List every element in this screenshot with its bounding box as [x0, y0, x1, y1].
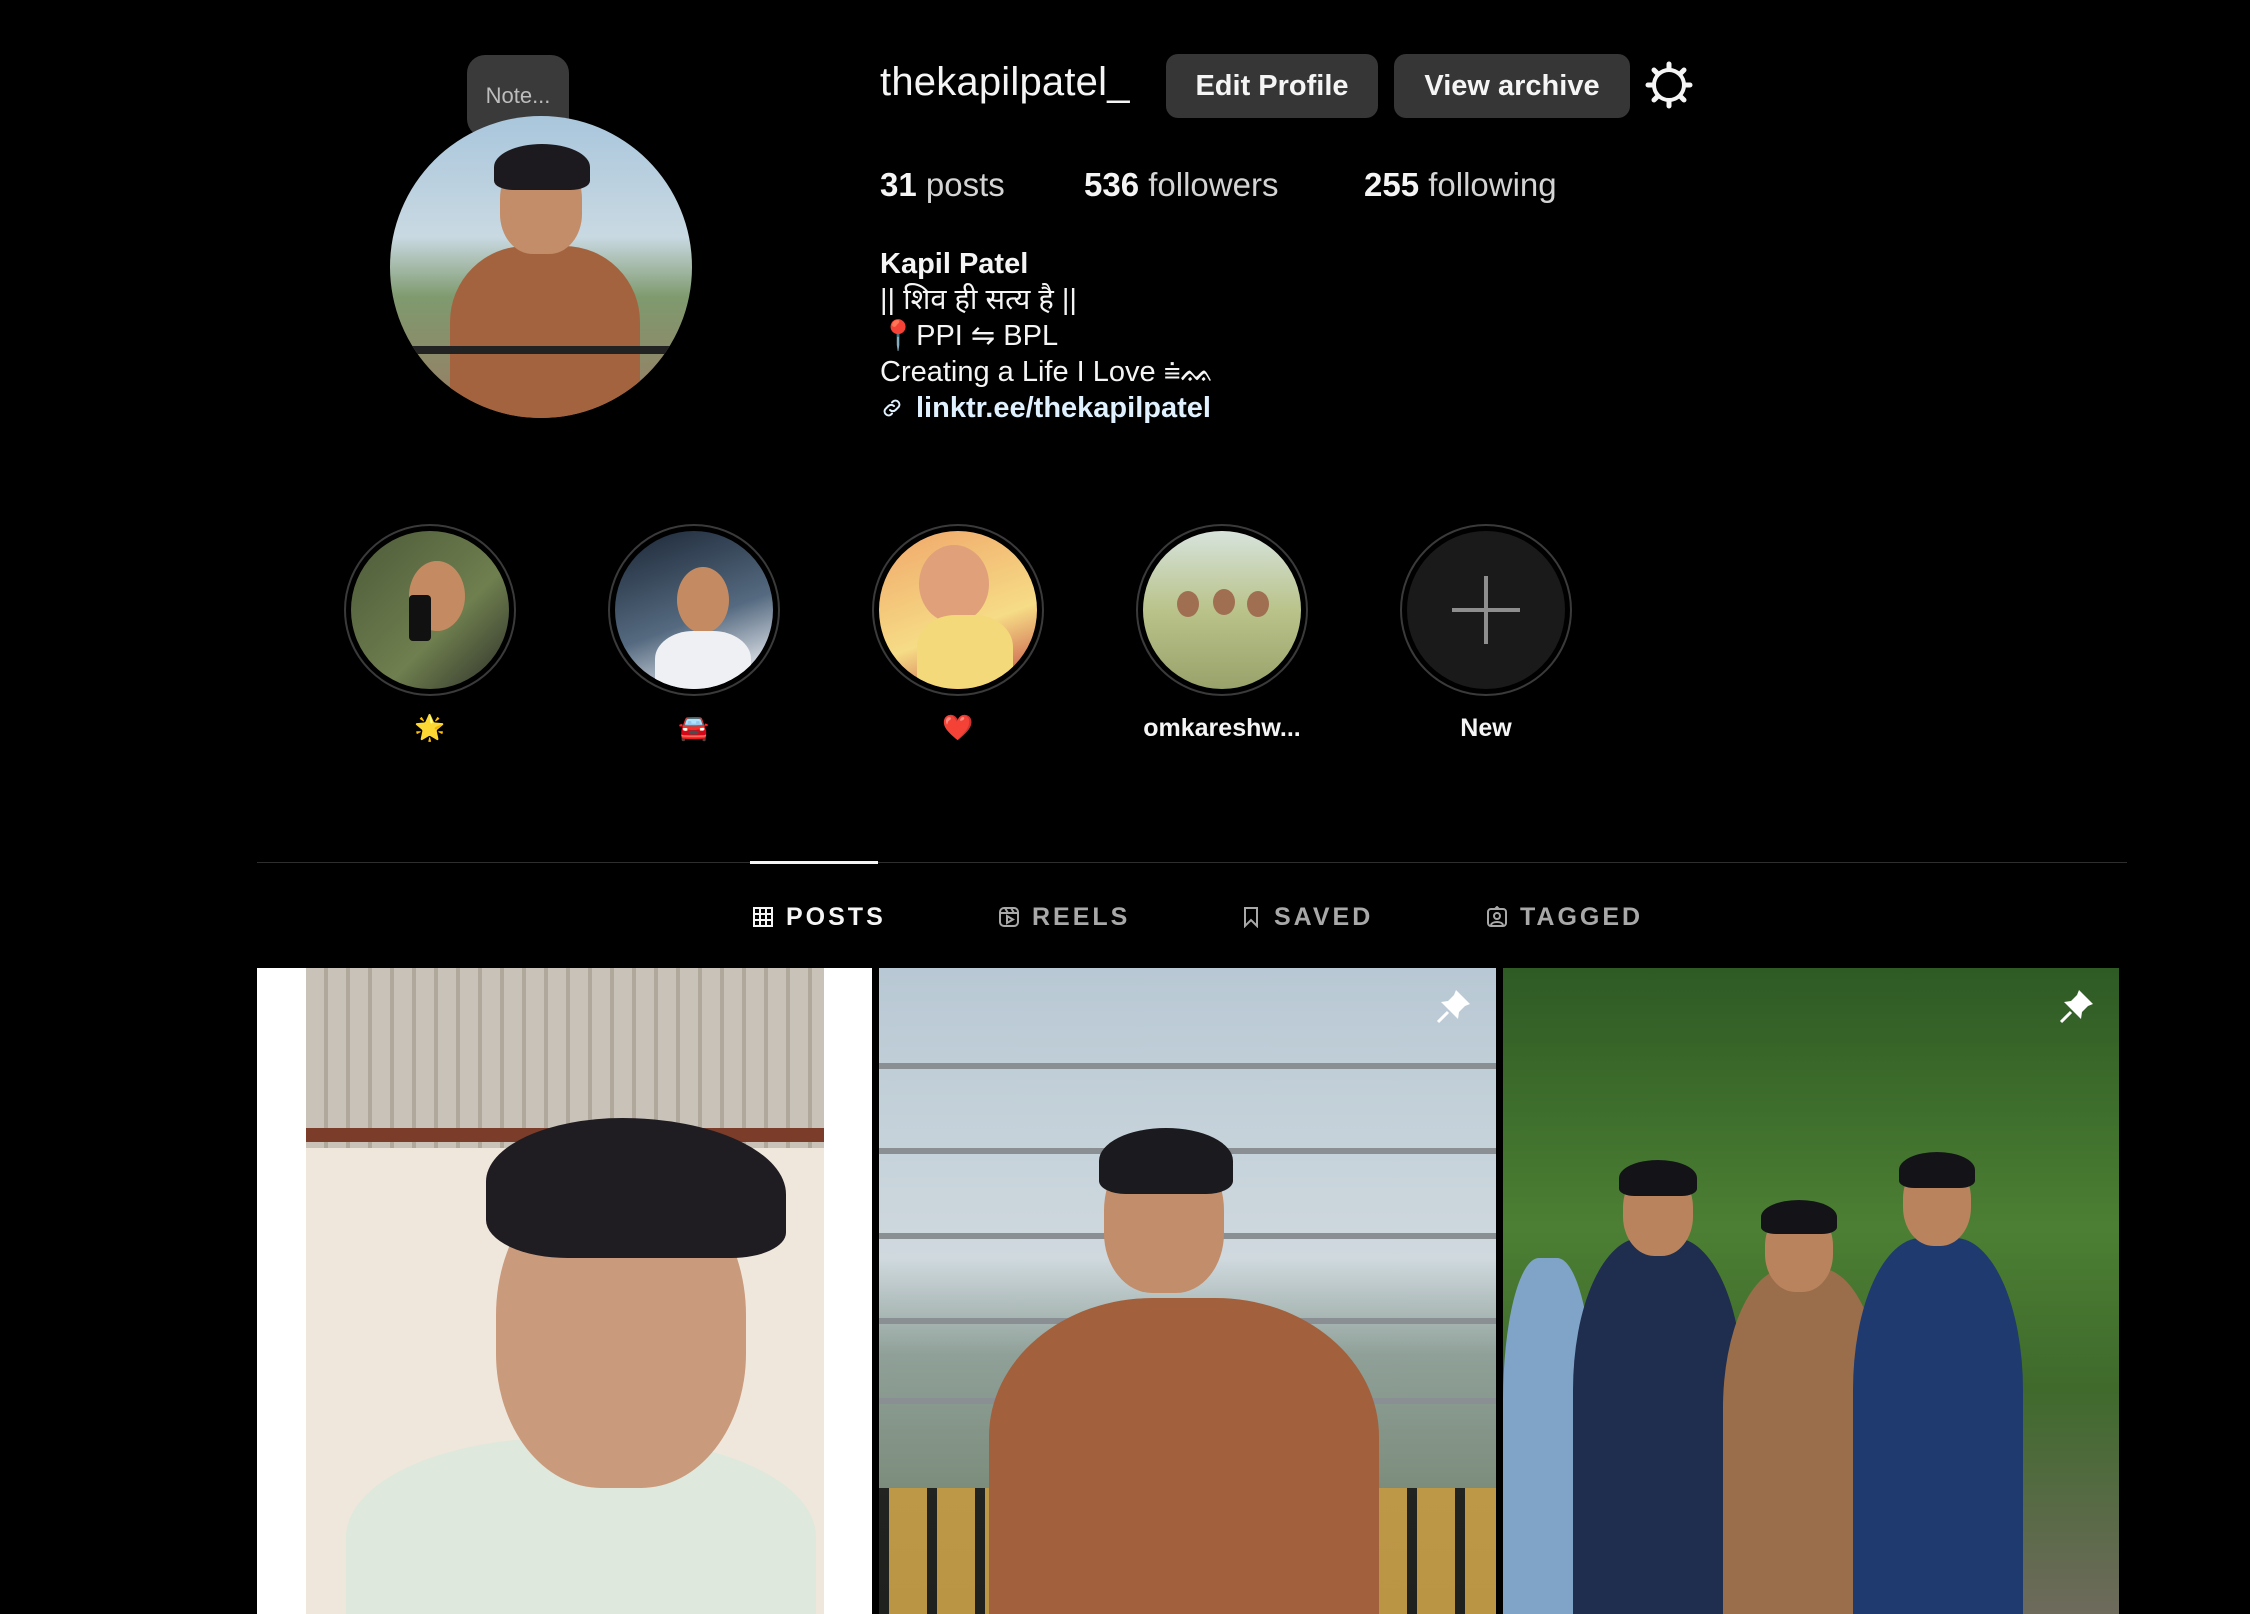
highlight-label: 🚘	[678, 714, 710, 742]
plus-icon	[1407, 531, 1565, 689]
reels-icon	[999, 907, 1019, 927]
tab-saved[interactable]: SAVED	[1240, 900, 1373, 934]
posts-count: 31	[880, 166, 917, 203]
followers-count: 536	[1084, 166, 1140, 203]
highlight-label: ❤️	[942, 714, 974, 742]
following-count: 255	[1364, 166, 1420, 203]
posts-stat: 31 posts	[880, 166, 1005, 204]
gear-icon[interactable]	[1644, 60, 1694, 110]
posts-label: posts	[925, 166, 1005, 203]
grid-icon	[753, 907, 773, 927]
tab-posts[interactable]: POSTS	[752, 900, 886, 934]
bio-line-3: Creating a Life I Love ⩧ᨐ	[880, 356, 1215, 388]
highlight-cover	[879, 531, 1037, 689]
active-tab-indicator	[750, 861, 878, 864]
pin-icon	[1436, 990, 1470, 1024]
highlight-item[interactable]: ❤️	[870, 524, 1046, 743]
highlight-label: New	[1460, 714, 1512, 742]
bio-link-text: linktr.ee/thekapilpatel	[916, 392, 1211, 424]
tab-label: SAVED	[1274, 902, 1374, 931]
followers-stat[interactable]: 536 followers	[1084, 166, 1278, 204]
followers-label: followers	[1148, 166, 1279, 203]
bio-line-1: || शिव ही सत्य है ||	[880, 284, 1077, 316]
profile-username: thekapilpatel_	[880, 60, 1130, 104]
tab-label: TAGGED	[1520, 902, 1644, 931]
following-stat[interactable]: 255 following	[1364, 166, 1557, 204]
edit-profile-button[interactable]: Edit Profile	[1166, 54, 1378, 118]
link-icon	[883, 399, 901, 417]
tabs-divider	[257, 862, 2127, 863]
tab-label: POSTS	[786, 902, 886, 931]
highlight-label: omkareshw...	[1143, 714, 1301, 742]
highlight-item[interactable]: 🌟	[342, 524, 518, 743]
view-archive-button[interactable]: View archive	[1394, 54, 1630, 118]
new-highlight-button[interactable]: New	[1398, 524, 1574, 743]
profile-avatar[interactable]	[390, 116, 692, 418]
profile-page: Note... thekapilpatel_ Edit Profile View…	[0, 0, 2250, 1614]
post-thumbnail[interactable]	[257, 968, 872, 1614]
tab-label: REELS	[1032, 902, 1131, 931]
bookmark-icon	[1244, 907, 1258, 928]
bio-line-2: 📍PPI ⇋ BPL	[880, 320, 1059, 352]
post-thumbnail[interactable]	[1503, 968, 2119, 1614]
avatar-image	[390, 116, 692, 418]
following-label: following	[1428, 166, 1557, 203]
tab-tagged[interactable]: TAGGED	[1486, 900, 1643, 934]
post-image	[306, 968, 824, 1614]
highlight-item[interactable]: 🚘	[606, 524, 782, 743]
tagged-user-icon	[1487, 906, 1507, 927]
full-name: Kapil Patel	[880, 248, 1029, 280]
tab-reels[interactable]: REELS	[998, 900, 1130, 934]
note-placeholder: Note...	[485, 83, 551, 108]
post-thumbnail[interactable]	[879, 968, 1496, 1614]
pin-icon	[2059, 990, 2093, 1024]
highlight-item[interactable]: omkareshw...	[1134, 524, 1310, 743]
highlight-cover	[1143, 531, 1301, 689]
highlight-label: 🌟	[414, 714, 446, 742]
profile-bio: Kapil Patel || शिव ही सत्य है || 📍PPI ⇋ …	[880, 246, 1215, 426]
highlight-cover	[351, 531, 509, 689]
bio-link[interactable]: linktr.ee/thekapilpatel	[880, 390, 1215, 426]
highlight-cover	[615, 531, 773, 689]
